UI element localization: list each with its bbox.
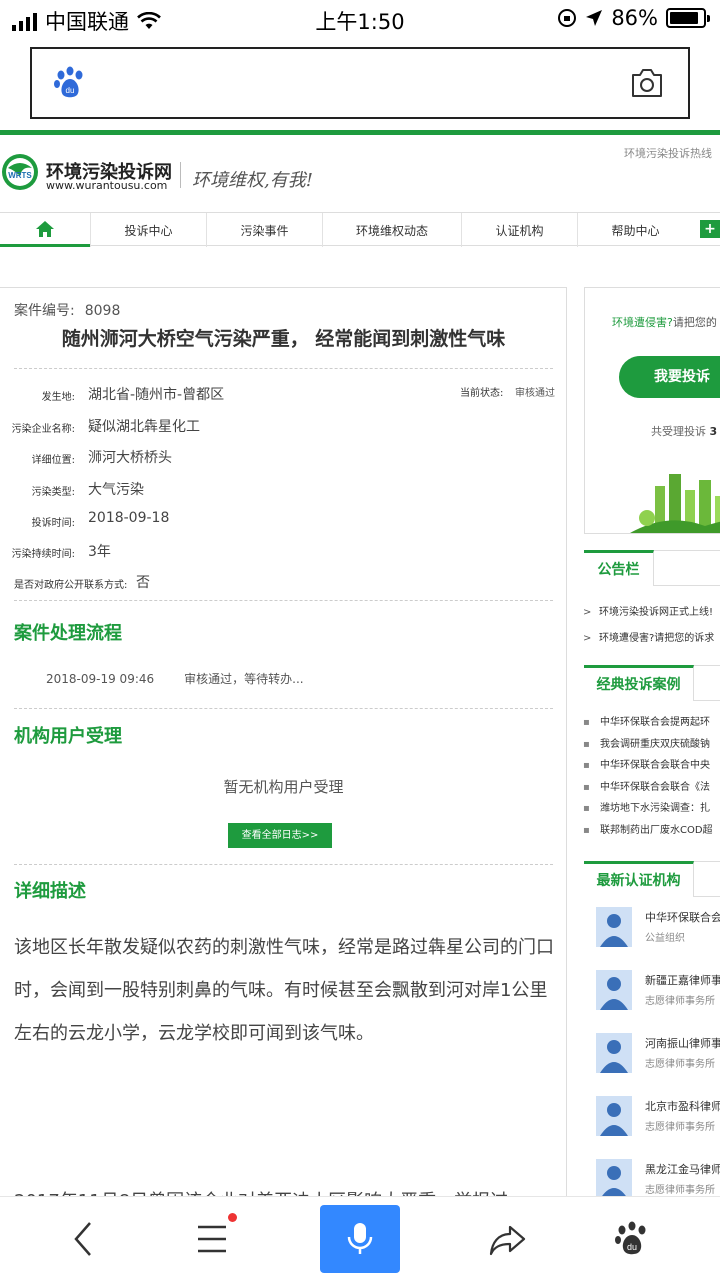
complaint-promo-box: 环境遭侵害?请把您的 我要投诉 共受理投诉 3: [584, 287, 720, 534]
nav-item-complaint-center[interactable]: 投诉中心: [90, 213, 206, 247]
field-detail-location: 详细位置: 浉河大桥桥头: [31, 450, 172, 466]
share-icon[interactable]: [488, 1219, 528, 1259]
case-list-item[interactable]: ▪ 中华环保联合会联合中央: [583, 756, 720, 771]
org-avatar-icon: [596, 907, 632, 947]
battery-icon: [666, 8, 710, 28]
back-icon[interactable]: [64, 1219, 104, 1259]
camera-icon[interactable]: [630, 67, 664, 99]
divider: [14, 708, 553, 709]
nav-item-help-center[interactable]: 帮助中心: [577, 213, 693, 247]
infringe-question: 环境遭侵害?请把您的: [612, 316, 717, 329]
org-list-item[interactable]: 河南振山律师事 志愿律师事务所: [596, 1033, 720, 1077]
org-avatar-icon: [596, 1033, 632, 1073]
notice-item[interactable]: > 环境遭侵害?请把您的诉求: [583, 629, 720, 644]
notice-item[interactable]: > 环境污染投诉网正式上线!: [583, 603, 720, 618]
orgs-tab-header: 最新认证机构: [584, 861, 720, 897]
divider: [14, 864, 553, 865]
org-avatar-icon: [596, 1096, 632, 1136]
detail-text: 该地区长年散发疑似农药的刺激性气味，经常是路过犇星公司的门口时，会闻到一股特别刺…: [14, 937, 554, 1044]
location-arrow-icon: [586, 10, 603, 26]
baidu-home-icon[interactable]: du: [612, 1219, 652, 1259]
process-log-entry: 2018-09-19 09:46 审核通过，等待转办...: [46, 672, 304, 686]
detail-title: 详细描述: [14, 881, 86, 902]
orientation-lock-icon: [558, 9, 577, 27]
case-list-item[interactable]: ▪ 联邦制药出厂废水COD超: [583, 821, 720, 836]
case-number: 案件编号: 8098: [14, 303, 121, 319]
carrier-name: 中国联通: [45, 10, 129, 34]
divider: [14, 600, 553, 601]
no-org-text: 暂无机构用户受理: [223, 778, 344, 796]
svg-text:du: du: [627, 1242, 637, 1252]
battery-percent: 86%: [611, 6, 658, 30]
tab-new-orgs[interactable]: 最新认证机构: [584, 861, 694, 897]
org-list-item[interactable]: 中华环保联合会 公益组织: [596, 907, 720, 951]
case-title: 随州浉河大桥空气污染严重， 经常能闻到刺激性气味: [61, 328, 506, 350]
org-list-item[interactable]: 新疆正嘉律师事 志愿律师事务所: [596, 970, 720, 1014]
tab-classic-cases[interactable]: 经典投诉案例: [584, 665, 694, 701]
view-all-logs-button[interactable]: 查看全部日志>>: [228, 823, 332, 848]
site-logo: WRTS: [2, 154, 38, 190]
header-accent-line: [0, 130, 720, 135]
org-avatar-icon: [596, 970, 632, 1010]
case-list-item[interactable]: ▪ 我会调研重庆双庆硫酸钠: [583, 735, 720, 750]
home-icon: [36, 220, 54, 237]
menu-icon[interactable]: [192, 1219, 232, 1259]
main-nav: 投诉中心 污染事件 环境维权动态 认证机构 帮助中心 +: [0, 212, 720, 247]
svg-text:du: du: [66, 86, 75, 95]
nav-item-pollution-events[interactable]: 污染事件: [206, 213, 322, 247]
org-avatar-icon: [596, 1159, 632, 1199]
field-duration: 污染持续时间: 3年: [11, 544, 111, 560]
tab-notice[interactable]: 公告栏: [584, 550, 654, 586]
nav-home[interactable]: [0, 213, 90, 247]
case-list-item[interactable]: ▪ 中华环保联合会联合《法: [583, 778, 720, 793]
notice-tab-header: 公告栏: [584, 550, 720, 586]
complaint-count: 共受理投诉 3: [651, 425, 718, 438]
baidu-paw-icon: du: [54, 66, 83, 98]
field-complaint-time: 投诉时间: 2018-09-18: [31, 510, 170, 529]
site-url: www.wurantousu.com: [46, 179, 168, 192]
status-bar: 中国联通 上午1:50 86%: [0, 0, 720, 38]
nav-more-icon[interactable]: +: [700, 220, 720, 238]
field-company: 污染企业名称: 疑似湖北犇星化工: [11, 419, 200, 435]
field-location-area: 发生地: 湖北省-随州市-曾都区: [41, 387, 225, 403]
case-list-item[interactable]: ▪ 中华环保联合会提两起环: [583, 713, 720, 728]
divider: [14, 368, 553, 369]
complain-button[interactable]: 我要投诉: [619, 356, 720, 398]
slogan-divider: [180, 162, 181, 188]
microphone-icon: [347, 1223, 373, 1254]
case-card: 案件编号: 8098 随州浉河大桥空气污染严重， 经常能闻到刺激性气味 当前状态:…: [0, 287, 567, 1217]
green-city-illustration: [630, 474, 720, 533]
voice-search-button[interactable]: [320, 1205, 400, 1273]
nav-item-certified-orgs[interactable]: 认证机构: [461, 213, 577, 247]
case-list-item[interactable]: ▪ 潍坊地下水污染调查：扎: [583, 799, 720, 814]
wifi-icon: [137, 12, 161, 29]
field-public-contact: 是否对政府公开联系方式: 否: [14, 575, 150, 591]
process-title: 案件处理流程: [14, 623, 122, 644]
hotline-link[interactable]: 环境污染投诉热线: [624, 145, 712, 161]
browser-toolbar: du: [0, 1196, 720, 1280]
org-accept-title: 机构用户受理: [14, 726, 122, 747]
org-list-item[interactable]: 北京市盈科律师 志愿律师事务所: [596, 1096, 720, 1140]
svg-text:WRTS: WRTS: [8, 171, 32, 180]
site-slogan: 环境维权,有我!: [192, 170, 313, 191]
notification-dot: [228, 1213, 237, 1222]
search-bar[interactable]: du: [30, 47, 690, 119]
nav-item-rights-news[interactable]: 环境维权动态: [322, 213, 461, 247]
signal-icon: [12, 11, 37, 31]
cases-tab-header: 经典投诉案例: [584, 665, 720, 701]
field-pollution-type: 污染类型: 大气污染: [31, 482, 144, 498]
